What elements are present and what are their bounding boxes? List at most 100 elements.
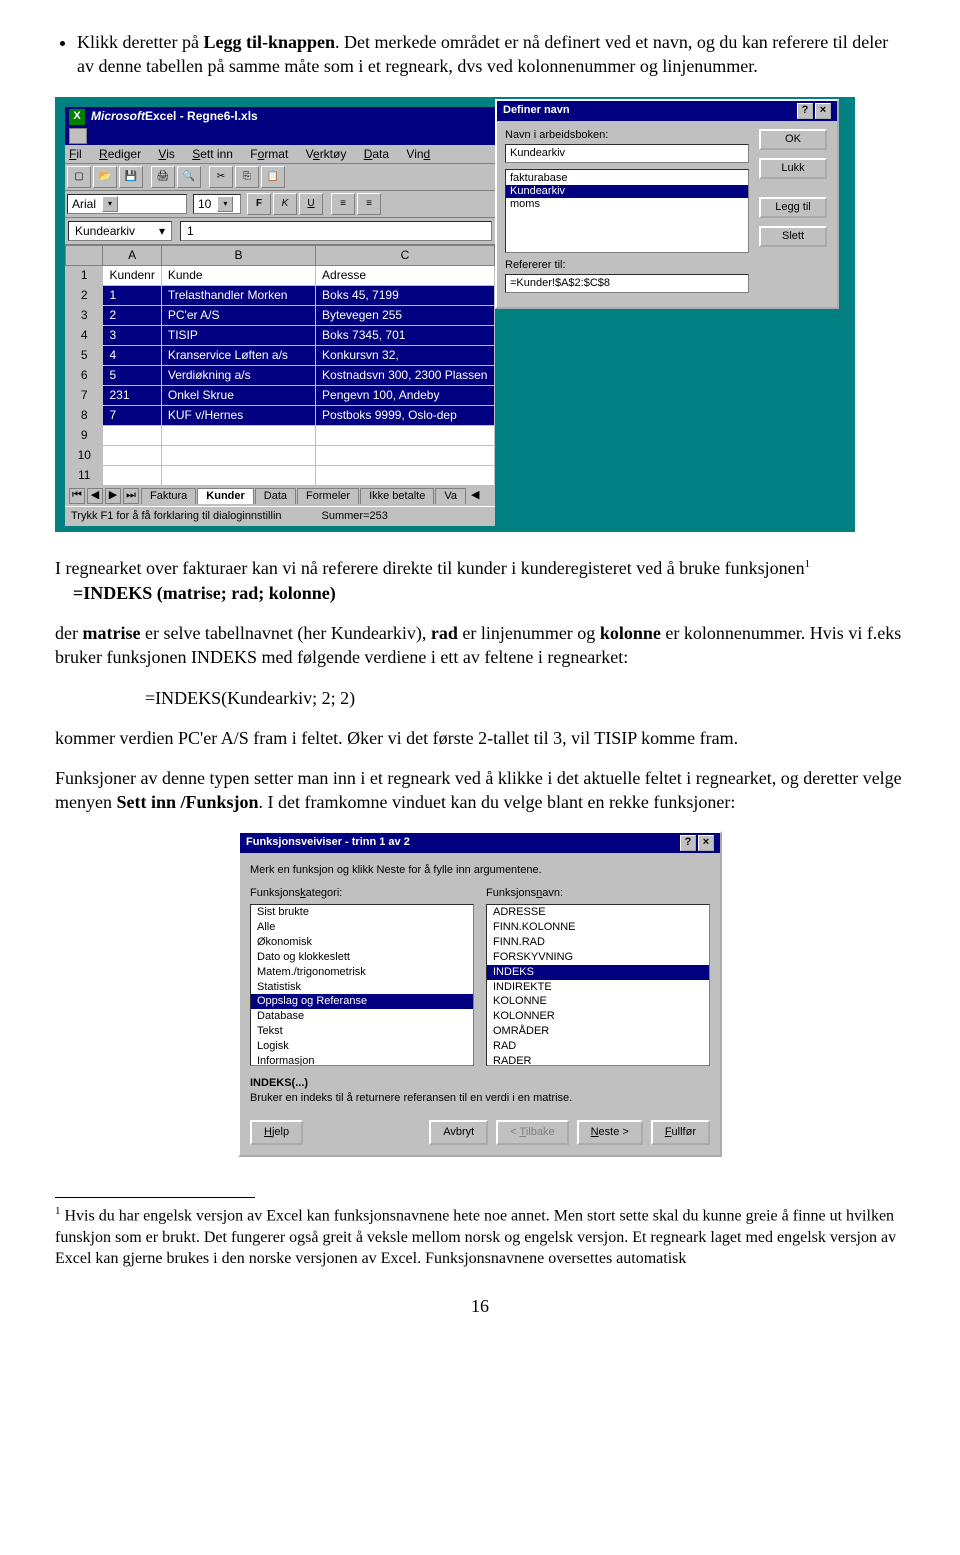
list-item[interactable]: Informasjon [251, 1054, 473, 1067]
cell[interactable]: Postboks 9999, Oslo-dep [316, 405, 495, 425]
tilbake-button[interactable]: < Tilbake [496, 1120, 568, 1145]
cell[interactable]: PC'er A/S [161, 305, 315, 325]
row-header[interactable]: 3 [66, 305, 103, 325]
sheet-tab-kunder[interactable]: Kunder [197, 488, 254, 504]
sheet-tab-va[interactable]: Va [435, 488, 466, 504]
row-header[interactable]: 9 [66, 425, 103, 445]
fullfor-button[interactable]: Fullfør [651, 1120, 710, 1145]
menu-vis[interactable]: Vis [158, 147, 174, 161]
cell[interactable]: Onkel Skrue [161, 385, 315, 405]
menu-vindu[interactable]: Vind [406, 147, 430, 161]
tab-nav-first-icon[interactable]: ⏮ [69, 488, 85, 504]
name-box[interactable]: Kundearkiv▾ [68, 221, 172, 241]
italic-button[interactable]: K [273, 193, 297, 215]
cell[interactable]: TISIP [161, 325, 315, 345]
list-item[interactable]: ADRESSE [487, 905, 709, 920]
category-list[interactable]: Sist brukte Alle Økonomisk Dato og klokk… [250, 904, 474, 1066]
cell[interactable]: Verdiøkning a/s [161, 365, 315, 385]
row-header[interactable]: 2 [66, 285, 103, 305]
list-item[interactable]: Tekst [251, 1024, 473, 1039]
tab-nav-prev-icon[interactable]: ◀ [87, 488, 103, 504]
avbryt-button[interactable]: Avbryt [429, 1120, 488, 1145]
cell[interactable]: Boks 45, 7199 [316, 285, 495, 305]
row-header[interactable]: 5 [66, 345, 103, 365]
list-item[interactable]: Database [251, 1009, 473, 1024]
cell[interactable]: 231 [103, 385, 161, 405]
cell[interactable]: Kundenr [103, 265, 161, 285]
list-item[interactable]: FORSKYVNING [487, 950, 709, 965]
cell[interactable]: Kunde [161, 265, 315, 285]
list-item[interactable]: KOLONNE [487, 994, 709, 1009]
neste-button[interactable]: Neste > [577, 1120, 643, 1145]
cell[interactable]: 4 [103, 345, 161, 365]
font-combo[interactable]: Arial▾ [67, 194, 187, 214]
menu-fil[interactable]: Fil [69, 147, 82, 161]
menu-verktoy[interactable]: Verktøy [306, 147, 347, 161]
row-header[interactable]: 8 [66, 405, 103, 425]
col-header-c[interactable]: C [316, 245, 495, 265]
cell[interactable]: Konkursvn 32, [316, 345, 495, 365]
list-item[interactable]: INDEKS [487, 965, 709, 980]
cell[interactable]: 5 [103, 365, 161, 385]
list-item[interactable]: fakturabase [506, 172, 748, 185]
close-button[interactable]: × [698, 835, 714, 851]
cell[interactable]: 1 [103, 285, 161, 305]
cell[interactable]: Trelasthandler Morken [161, 285, 315, 305]
function-list[interactable]: ADRESSE FINN.KOLONNE FINN.RAD FORSKYVNIN… [486, 904, 710, 1066]
list-item[interactable]: INDIREKTE [487, 980, 709, 995]
underline-button[interactable]: U [299, 193, 323, 215]
paste-icon[interactable]: 📋 [261, 166, 285, 188]
menu-rediger[interactable]: Rediger [99, 147, 141, 161]
list-item[interactable]: moms [506, 198, 748, 211]
save-icon[interactable]: 💾 [119, 166, 143, 188]
cell[interactable]: Kostnadsvn 300, 2300 Plassen [316, 365, 495, 385]
list-item[interactable]: KOLONNER [487, 1009, 709, 1024]
list-item[interactable]: RADER [487, 1054, 709, 1067]
row-header[interactable]: 4 [66, 325, 103, 345]
ok-button[interactable]: OK [759, 129, 827, 150]
cell[interactable]: 7 [103, 405, 161, 425]
lukk-button[interactable]: Lukk [759, 158, 827, 179]
list-item[interactable]: Dato og klokkeslett [251, 950, 473, 965]
slett-button[interactable]: Slett [759, 226, 827, 247]
list-item[interactable]: RAD [487, 1039, 709, 1054]
cut-icon[interactable]: ✂ [209, 166, 233, 188]
menu-format[interactable]: Format [250, 147, 288, 161]
row-header[interactable]: 7 [66, 385, 103, 405]
list-item[interactable]: Sist brukte [251, 905, 473, 920]
cell[interactable]: Kranservice Løften a/s [161, 345, 315, 365]
bold-button[interactable]: F [247, 193, 271, 215]
name-input[interactable]: Kundearkiv [505, 144, 749, 163]
tab-nav-next-icon[interactable]: ▶ [105, 488, 121, 504]
list-item[interactable]: FINN.KOLONNE [487, 920, 709, 935]
list-item[interactable]: FINN.RAD [487, 935, 709, 950]
row-header[interactable]: 11 [66, 465, 103, 485]
list-item[interactable]: Statistisk [251, 980, 473, 995]
leggtil-button[interactable]: Legg til [759, 197, 827, 218]
copy-icon[interactable]: ⎘ [235, 166, 259, 188]
open-icon[interactable]: 📂 [93, 166, 117, 188]
col-header-b[interactable]: B [161, 245, 315, 265]
list-item[interactable]: Matem./trigonometrisk [251, 965, 473, 980]
row-header[interactable]: 6 [66, 365, 103, 385]
sheet-tab-formeler[interactable]: Formeler [297, 488, 359, 504]
sheet-tab-faktura[interactable]: Faktura [141, 488, 196, 504]
list-item[interactable]: Økonomisk [251, 935, 473, 950]
print-icon[interactable]: 🖨 [151, 166, 175, 188]
list-item[interactable]: OMRÅDER [487, 1024, 709, 1039]
cell[interactable]: Bytevegen 255 [316, 305, 495, 325]
row-header[interactable]: 10 [66, 445, 103, 465]
hjelp-button[interactable]: Hjelp [250, 1120, 303, 1145]
help-button[interactable]: ? [680, 835, 696, 851]
cell[interactable]: Boks 7345, 701 [316, 325, 495, 345]
list-item[interactable]: Kundearkiv [506, 185, 748, 198]
cell[interactable]: 3 [103, 325, 161, 345]
menu-data[interactable]: Data [364, 147, 389, 161]
fontsize-combo[interactable]: 10▾ [193, 194, 241, 214]
preview-icon[interactable]: 🔍 [177, 166, 201, 188]
row-header[interactable]: 1 [66, 265, 103, 285]
sheet-tab-data[interactable]: Data [255, 488, 296, 504]
list-item[interactable]: Logisk [251, 1039, 473, 1054]
align-center-icon[interactable]: ≡ [357, 193, 381, 215]
cell[interactable]: 2 [103, 305, 161, 325]
